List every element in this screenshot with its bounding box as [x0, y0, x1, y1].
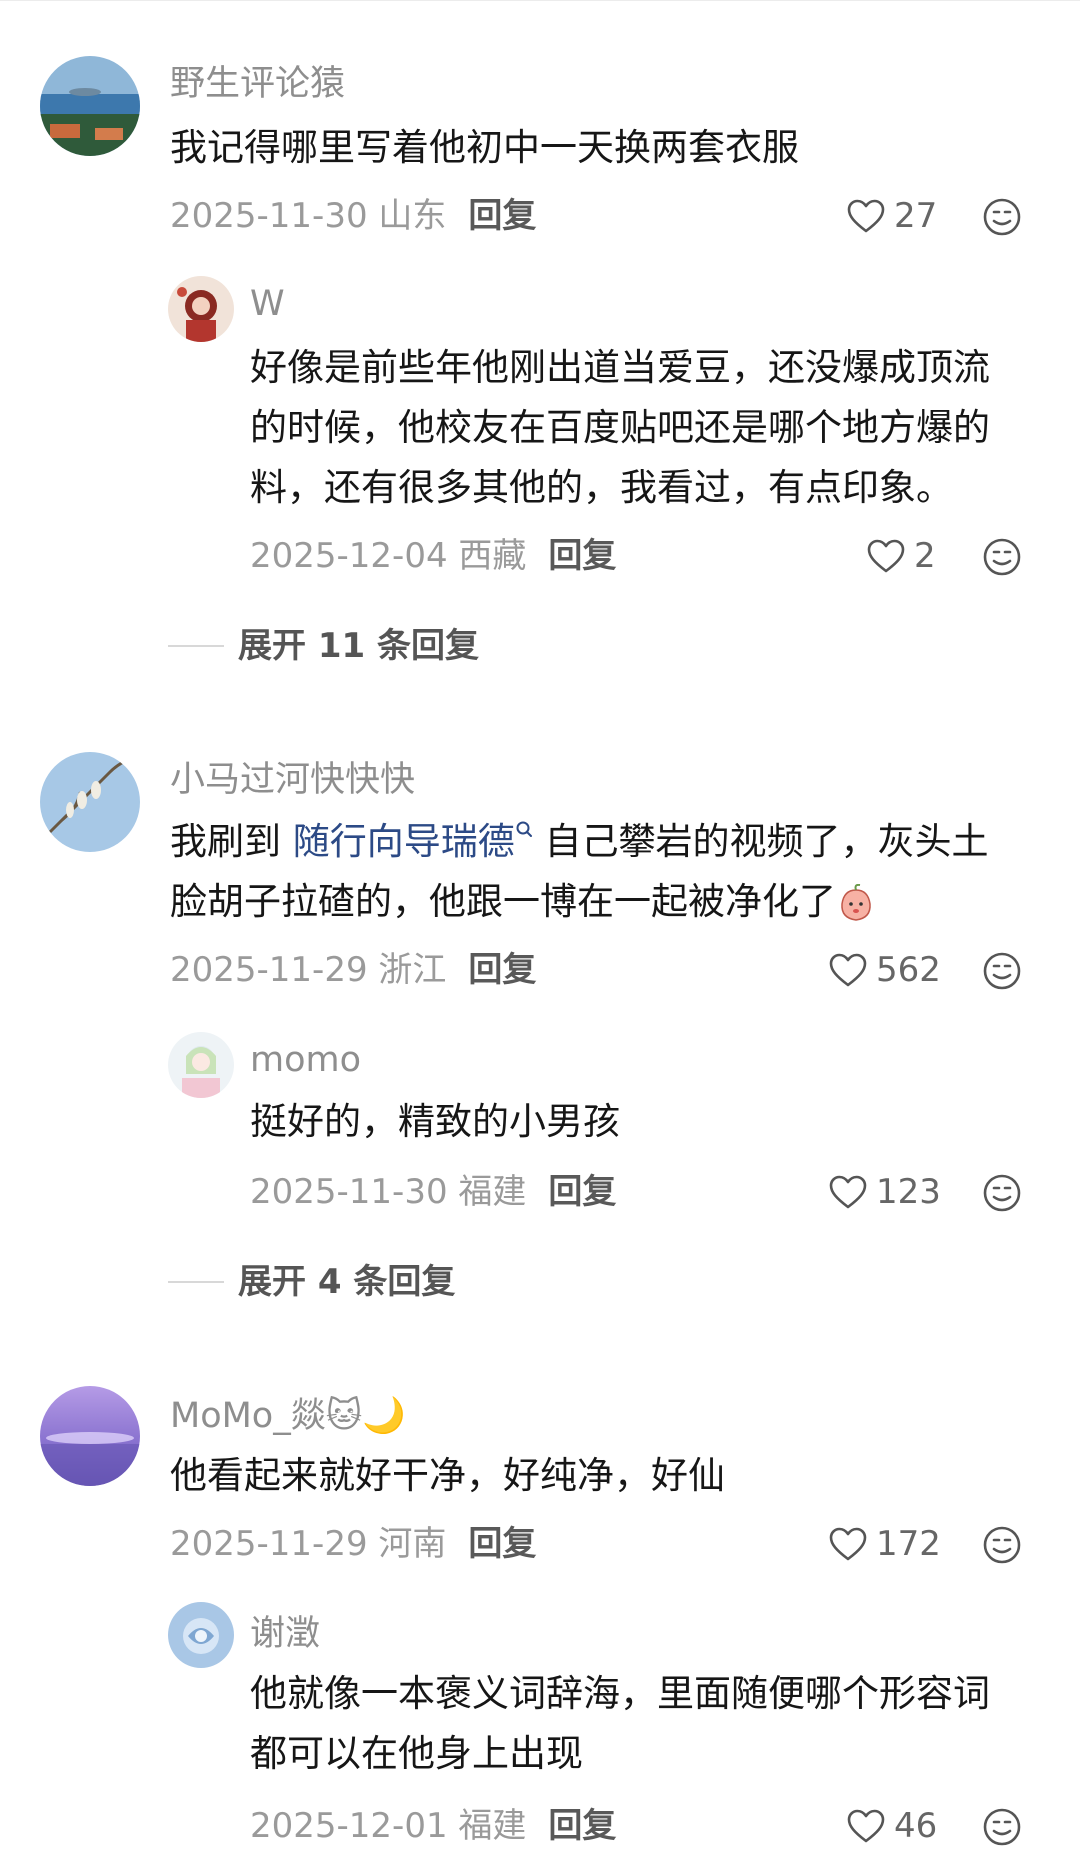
avatar[interactable] — [40, 752, 140, 852]
like-count: 46 — [894, 1806, 938, 1846]
like-count: 562 — [876, 950, 941, 990]
date-location: 2025-11-30 山东 — [170, 196, 447, 236]
like-button[interactable]: 2 — [866, 534, 936, 578]
expand-label: 展开 11 条回复 — [238, 626, 479, 666]
heart-outline-icon — [829, 1175, 867, 1209]
reply-text: 他就像一本褒义词辞海，里面随便哪个形容词都可以在他身上出现 — [250, 1672, 990, 1775]
username[interactable]: 野生评论猿 — [170, 62, 345, 106]
comment-text: 他看起来就好干净，好纯净，好仙 — [170, 1454, 725, 1497]
reply-text: 挺好的，精致的小男孩 — [250, 1100, 620, 1143]
smiley-face-icon[interactable] — [982, 537, 1022, 577]
heart-outline-icon — [829, 953, 867, 987]
comment-text: 我刷到 随行向导瑞德 自己攀岩的视频了，灰头土脸胡子拉碴的，他跟一博在一起被净化… — [170, 812, 1020, 932]
like-button[interactable]: 562 — [828, 948, 941, 992]
date-location: 2025-12-01 福建 — [250, 1806, 527, 1846]
reply-avatar[interactable] — [168, 1602, 234, 1668]
reply-button[interactable]: 回复 — [468, 1524, 536, 1564]
username[interactable]: 小马过河快快快 — [170, 758, 415, 802]
reply-username[interactable]: momo — [250, 1038, 361, 1082]
smiley-face-icon[interactable] — [982, 197, 1022, 237]
smiley-face-icon[interactable] — [982, 951, 1022, 991]
comment-meta: 2025-11-30 山东 回复 — [170, 194, 536, 238]
avatar[interactable] — [40, 1386, 140, 1486]
date-location: 2025-11-30 福建 — [250, 1172, 527, 1212]
reply-button[interactable]: 回复 — [548, 1806, 616, 1846]
divider-dash — [168, 645, 224, 647]
smiley-face-icon[interactable] — [982, 1173, 1022, 1213]
expand-label: 展开 4 条回复 — [238, 1262, 456, 1302]
expand-replies-button[interactable]: 展开 11 条回复 — [168, 624, 479, 668]
like-count: 2 — [914, 536, 936, 576]
reply-username[interactable]: 谢澂 — [250, 1612, 320, 1656]
reply-avatar[interactable] — [168, 1032, 234, 1098]
date-location: 2025-11-29 河南 — [170, 1524, 447, 1564]
reply-meta: 2025-12-04 西藏 回复 — [250, 534, 616, 578]
reply-button[interactable]: 回复 — [548, 536, 616, 576]
date-location: 2025-12-04 西藏 — [250, 536, 527, 576]
reply-button[interactable]: 回复 — [468, 950, 536, 990]
expand-replies-button[interactable]: 展开 4 条回复 — [168, 1260, 455, 1304]
avatar[interactable] — [40, 56, 140, 156]
reply-meta: 2025-12-01 福建 回复 — [250, 1804, 616, 1848]
topic-link[interactable]: 随行向导瑞德 — [293, 820, 533, 863]
smiley-face-icon[interactable] — [982, 1807, 1022, 1847]
comment-1: 野生评论猿 我记得哪里写着他初中一天换两套衣服 2025-11-30 山东 回复 … — [0, 0, 1080, 680]
like-count: 123 — [876, 1172, 941, 1212]
comment-text: 我记得哪里写着他初中一天换两套衣服 — [170, 126, 799, 169]
reply-avatar[interactable] — [168, 276, 234, 342]
heart-outline-icon — [829, 1527, 867, 1561]
divider-dash — [168, 1281, 224, 1283]
text-part: 我刷到 — [170, 820, 293, 863]
date-location: 2025-11-29 浙江 — [170, 950, 447, 990]
peach-emoji-icon — [841, 883, 871, 921]
smiley-face-icon[interactable] — [982, 1525, 1022, 1565]
like-count: 27 — [894, 196, 938, 236]
reply-meta: 2025-11-30 福建 回复 — [250, 1170, 616, 1214]
reply-button[interactable]: 回复 — [468, 196, 536, 236]
heart-outline-icon — [847, 1809, 885, 1843]
like-button[interactable]: 123 — [828, 1170, 941, 1214]
comment-meta: 2025-11-29 河南 回复 — [170, 1522, 536, 1566]
search-icon — [516, 821, 532, 837]
like-count: 172 — [876, 1524, 941, 1564]
reply-username[interactable]: W — [250, 282, 285, 326]
reply-button[interactable]: 回复 — [548, 1172, 616, 1212]
like-button[interactable]: 172 — [828, 1522, 941, 1566]
like-button[interactable]: 27 — [846, 194, 937, 238]
heart-outline-icon — [847, 199, 885, 233]
reply-text: 好像是前些年他刚出道当爱豆，还没爆成顶流的时候，他校友在百度贴吧还是哪个地方爆的… — [250, 346, 990, 509]
username[interactable]: MoMo_燚🐱🌙 — [170, 1394, 406, 1438]
heart-outline-icon — [867, 539, 905, 573]
topic-link-label: 随行向导瑞德 — [292, 820, 515, 863]
like-button[interactable]: 46 — [846, 1804, 937, 1848]
comment-meta: 2025-11-29 浙江 回复 — [170, 948, 536, 992]
